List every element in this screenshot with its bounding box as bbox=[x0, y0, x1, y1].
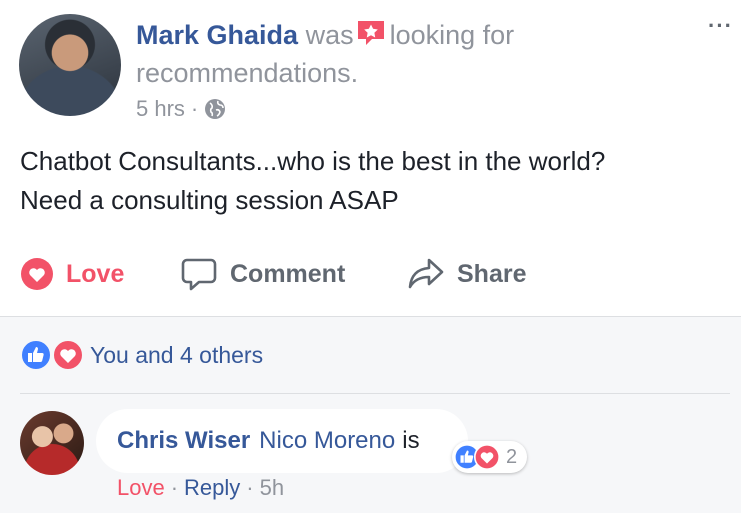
star-flag-icon bbox=[357, 21, 384, 45]
comment-reaction-count: 2 bbox=[506, 445, 518, 468]
author-name[interactable]: Mark Ghaida bbox=[136, 20, 298, 50]
post-text: Chatbot Consultants...who is the best in… bbox=[20, 142, 720, 220]
comment-icon bbox=[181, 258, 217, 291]
comment-time[interactable]: 5h bbox=[260, 475, 284, 501]
comment-reply-link[interactable]: Reply bbox=[184, 475, 240, 501]
love-label: Love bbox=[66, 259, 125, 288]
post-card: Mark Ghaida was looking for recommendati… bbox=[0, 0, 741, 316]
comment-reactions[interactable]: 2 bbox=[452, 441, 528, 473]
post-header: Mark Ghaida was looking for recommendati… bbox=[136, 16, 676, 92]
share-icon bbox=[408, 258, 444, 289]
love-icon bbox=[21, 258, 53, 290]
commenter-name[interactable]: Chris Wiser bbox=[117, 427, 250, 455]
comment-love-link[interactable]: Love bbox=[117, 475, 165, 501]
post-actions: Love Comment Share bbox=[0, 248, 741, 300]
comment-reaction-icons bbox=[454, 444, 500, 470]
activity-prefix: was bbox=[305, 20, 354, 50]
feedback-section: You and 4 others Chris Wiser Nico Moreno… bbox=[0, 317, 741, 513]
like-icon bbox=[20, 339, 52, 371]
comment-action-separator: · bbox=[246, 475, 254, 500]
love-button[interactable]: Love bbox=[20, 248, 124, 300]
reaction-summary-text[interactable]: You and 4 others bbox=[90, 342, 263, 369]
reaction-summary[interactable]: You and 4 others bbox=[20, 339, 263, 371]
comment-actions: Love · Reply · 5h bbox=[117, 475, 284, 501]
comment-label: Comment bbox=[230, 259, 346, 288]
share-label: Share bbox=[457, 259, 527, 288]
comment-button[interactable]: Comment bbox=[180, 248, 345, 300]
love-icon bbox=[52, 339, 84, 371]
post-meta: 5 hrs · bbox=[136, 94, 226, 124]
comment-text: is bbox=[402, 427, 420, 454]
comment-bubble: Chris Wiser Nico Moreno is bbox=[96, 409, 468, 473]
tagged-user[interactable]: Nico Moreno bbox=[259, 427, 395, 455]
globe-icon[interactable] bbox=[204, 98, 226, 120]
reaction-icons bbox=[20, 339, 84, 371]
meta-separator: · bbox=[190, 96, 199, 121]
commenter-avatar[interactable] bbox=[20, 411, 84, 475]
share-button[interactable]: Share bbox=[407, 248, 526, 300]
divider bbox=[20, 393, 730, 394]
comment-action-separator: · bbox=[170, 475, 179, 500]
more-options-icon[interactable]: ··· bbox=[708, 15, 733, 37]
post-text-line: Chatbot Consultants...who is the best in… bbox=[20, 146, 606, 176]
author-avatar[interactable] bbox=[19, 14, 121, 116]
post-time[interactable]: 5 hrs bbox=[136, 96, 185, 122]
love-icon bbox=[474, 444, 500, 470]
post-text-line: Need a consulting session ASAP bbox=[20, 185, 399, 215]
